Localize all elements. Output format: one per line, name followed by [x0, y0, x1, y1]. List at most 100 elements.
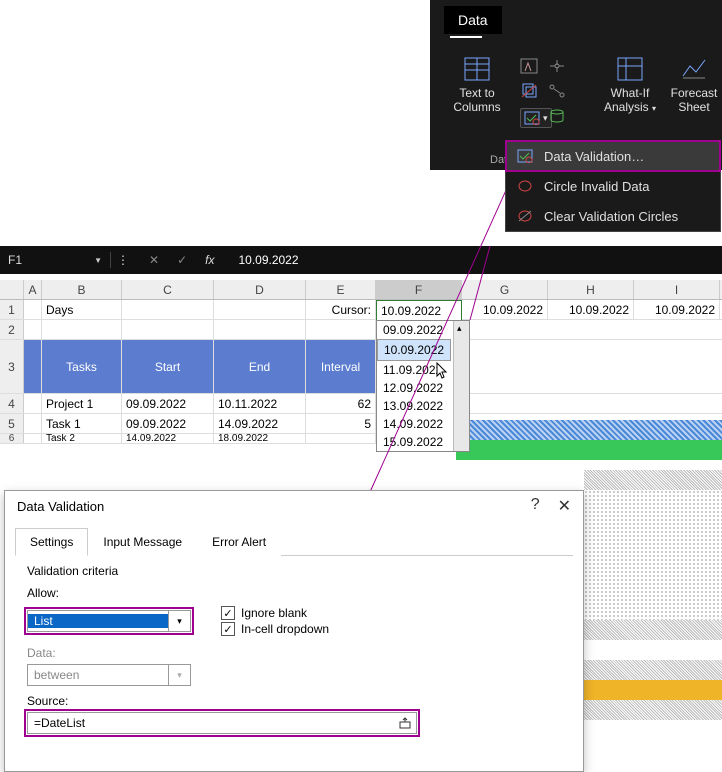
cell[interactable]: 10.09.2022 [462, 300, 548, 319]
select-all[interactable] [0, 280, 24, 299]
menu-item-clear-circles[interactable]: Clear Validation Circles [506, 201, 720, 231]
cell[interactable]: 62 [306, 394, 376, 413]
data-validation-split-button[interactable]: ▾ [520, 108, 552, 128]
cell[interactable]: 14.09.2022 [214, 414, 306, 433]
col-header-c[interactable]: C [122, 280, 214, 299]
cell[interactable]: 09.09.2022 [122, 414, 214, 433]
tab-error-alert[interactable]: Error Alert [197, 528, 281, 556]
cell[interactable]: Interval [306, 340, 376, 393]
cell[interactable]: 10.11.2022 [214, 394, 306, 413]
fx-label[interactable]: fx [205, 253, 214, 267]
allow-label: Allow: [27, 586, 561, 600]
data-validation-dialog: Data Validation ? ✕ Settings Input Messa… [4, 490, 584, 772]
cell[interactable] [24, 414, 42, 433]
data-model-icon[interactable] [548, 108, 566, 127]
data-validation-icon [516, 147, 534, 165]
data-label: Data: [27, 646, 561, 660]
col-header-b[interactable]: B [42, 280, 122, 299]
cell[interactable]: Task 2 [42, 434, 122, 443]
clear-circles-icon [516, 207, 534, 225]
col-header-h[interactable]: H [548, 280, 634, 299]
row-header-3[interactable]: 3 [0, 340, 24, 393]
cell[interactable] [42, 320, 122, 339]
dropdown-scrollbar[interactable]: ▴ [453, 321, 469, 451]
column-headers: A B C D E F G H I [0, 280, 722, 300]
cell[interactable]: 5 [306, 414, 376, 433]
relationships-icon[interactable] [548, 83, 566, 102]
flash-fill-icon[interactable] [520, 58, 552, 77]
cell[interactable]: 14.09.2022 [122, 434, 214, 443]
cell[interactable] [122, 300, 214, 319]
text-to-columns-button[interactable]: Text to Columns [442, 56, 512, 114]
chevron-down-icon: ▾ [168, 665, 190, 685]
cell[interactable] [24, 394, 42, 413]
row-header-1[interactable]: 1 [0, 300, 24, 319]
cell[interactable]: Days [42, 300, 122, 319]
cell[interactable]: Project 1 [42, 394, 122, 413]
menu-item-data-validation[interactable]: Data Validation… [506, 141, 720, 171]
cancel-icon[interactable]: ✕ [149, 253, 159, 267]
row-1: 1 Days Cursor: 10.09.2022 ▾ 10.09.2022 1… [0, 300, 722, 320]
ribbon-tab-data[interactable]: Data [444, 6, 502, 34]
what-if-label: What-If Analysis [604, 86, 649, 114]
cell[interactable]: Tasks [42, 340, 122, 393]
col-header-d[interactable]: D [214, 280, 306, 299]
cell[interactable]: Cursor: [306, 300, 376, 319]
cell[interactable]: 10.09.2022 [634, 300, 720, 319]
cell[interactable]: End [214, 340, 306, 393]
gantt-bar [456, 420, 722, 440]
col-header-f[interactable]: F [376, 280, 462, 299]
row-header-5[interactable]: 5 [0, 414, 24, 433]
cell[interactable]: 10.09.2022 [548, 300, 634, 319]
cell[interactable]: 09.09.2022 [122, 394, 214, 413]
allow-select[interactable]: List ▾ [27, 610, 191, 632]
cell[interactable] [306, 320, 376, 339]
dropdown-button[interactable]: ▾ [461, 301, 462, 321]
cell[interactable]: Start [122, 340, 214, 393]
source-input[interactable]: =DateList [27, 712, 417, 734]
remove-duplicates-icon[interactable] [520, 83, 552, 102]
close-button[interactable]: ✕ [558, 496, 571, 516]
help-button[interactable]: ? [531, 496, 540, 516]
formula-input[interactable]: 10.09.2022 [228, 253, 722, 267]
dropdown-option[interactable]: 10.09.2022 [377, 339, 451, 361]
data-value: between [28, 668, 168, 682]
forecast-sheet-button[interactable]: Forecast Sheet [668, 56, 720, 114]
row-3: 3 Tasks Start End Interval [0, 340, 722, 394]
forecast-label: Forecast Sheet [671, 86, 718, 114]
cell[interactable]: Task 1 [42, 414, 122, 433]
menu-item-circle-invalid[interactable]: Circle Invalid Data [506, 171, 720, 201]
what-if-analysis-button[interactable]: What-If Analysis ▾ [598, 56, 662, 114]
cell-f1[interactable]: 10.09.2022 ▾ [376, 300, 462, 322]
what-if-icon [616, 56, 644, 82]
col-header-i[interactable]: I [634, 280, 720, 299]
range-picker-icon[interactable] [394, 713, 416, 733]
cell[interactable] [24, 320, 42, 339]
cell[interactable] [122, 320, 214, 339]
name-box[interactable]: F1 ▼ [0, 253, 110, 267]
text-to-columns-label: Text to Columns [453, 86, 500, 114]
forecast-icon [680, 56, 708, 82]
cell[interactable] [306, 434, 376, 443]
row-header-4[interactable]: 4 [0, 394, 24, 413]
cell[interactable]: 18.09.2022 [214, 434, 306, 443]
options-icon[interactable]: ⋮ [111, 253, 135, 267]
consolidate-icon[interactable] [548, 58, 566, 77]
row-header-2[interactable]: 2 [0, 320, 24, 339]
tab-settings[interactable]: Settings [15, 528, 88, 556]
ignore-blank-checkbox[interactable]: ✓Ignore blank [221, 606, 329, 620]
row-header-6[interactable]: 6 [0, 434, 24, 443]
cell[interactable] [24, 300, 42, 319]
col-header-e[interactable]: E [306, 280, 376, 299]
enter-icon[interactable]: ✓ [177, 253, 187, 267]
cell[interactable] [24, 340, 42, 393]
tab-input-message[interactable]: Input Message [88, 528, 197, 556]
col-header-a[interactable]: A [24, 280, 42, 299]
text-to-columns-icon [463, 56, 491, 82]
col-header-g[interactable]: G [462, 280, 548, 299]
cell[interactable] [24, 434, 42, 443]
in-cell-dropdown-checkbox[interactable]: ✓In-cell dropdown [221, 622, 329, 636]
cell[interactable] [214, 320, 306, 339]
cell[interactable] [214, 300, 306, 319]
circle-invalid-icon [516, 177, 534, 195]
